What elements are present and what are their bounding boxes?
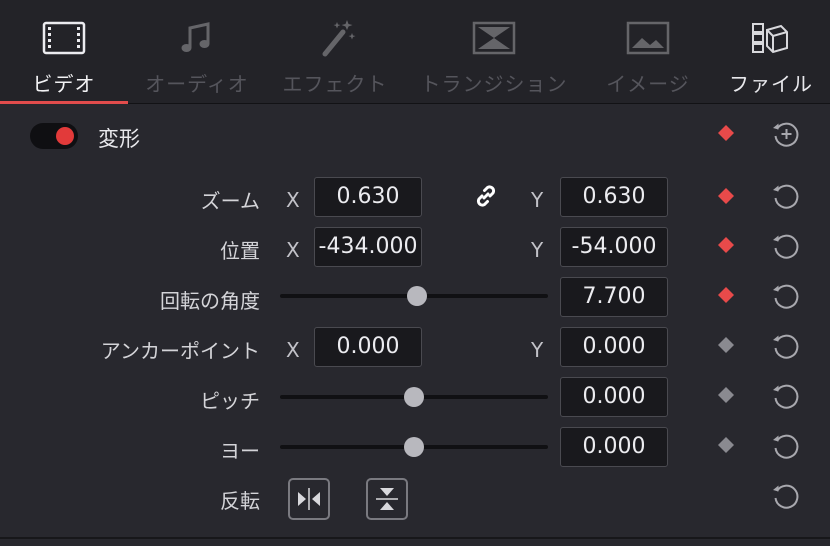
zoom-x-input[interactable]: 0.630	[314, 177, 422, 217]
rotation-slider[interactable]	[280, 286, 548, 306]
inspector-tab-bar: ビデオ オーディオ エフェクト トランジション イメージ ファイル	[0, 0, 830, 104]
rotation-input[interactable]: 7.700	[560, 277, 668, 317]
anchor-reset-icon[interactable]	[771, 331, 801, 361]
file-camera-icon	[752, 23, 788, 54]
position-label: 位置	[220, 239, 260, 263]
yaw-keyframe-diamond-icon[interactable]	[717, 436, 735, 454]
yaw-input[interactable]: 0.000	[560, 427, 668, 467]
position-reset-icon[interactable]	[771, 231, 801, 261]
flip-horizontal-button[interactable]	[288, 478, 330, 520]
position-x-input[interactable]: -434.000	[314, 227, 422, 267]
tab-audio[interactable]: オーディオ	[128, 0, 266, 104]
tab-video-label: ビデオ	[32, 72, 96, 96]
yaw-label: ヨー	[220, 439, 260, 463]
anchor-x-input[interactable]: 0.000	[314, 327, 422, 367]
pitch-input[interactable]: 0.000	[560, 377, 668, 417]
flip-label: 反転	[220, 489, 260, 513]
tab-file-label: ファイル	[729, 72, 813, 96]
anchor-y-input[interactable]: 0.000	[560, 327, 668, 367]
zoom-keyframe-diamond-icon[interactable]	[717, 187, 735, 205]
tab-file[interactable]: ファイル	[712, 0, 830, 104]
anchor-y-axis-label: Y	[531, 338, 544, 362]
flip-vertical-icon	[376, 488, 398, 510]
zoom-y-axis-label: Y	[531, 188, 544, 212]
rotation-label: 回転の角度	[160, 289, 260, 313]
link-icon[interactable]	[470, 180, 502, 212]
tab-video[interactable]: ビデオ	[0, 0, 128, 104]
rotation-reset-icon[interactable]	[771, 281, 801, 311]
section-reset-icon[interactable]	[771, 119, 801, 149]
position-keyframe-diamond-icon[interactable]	[717, 236, 735, 254]
anchor-point-label: アンカーポイント	[100, 339, 260, 363]
pitch-label: ピッチ	[200, 389, 260, 413]
section-divider	[0, 537, 830, 539]
active-tab-underline	[0, 101, 128, 104]
image-icon	[626, 21, 670, 55]
music-note-icon	[181, 22, 210, 52]
flip-vertical-button[interactable]	[366, 478, 408, 520]
tab-effects-label: エフェクト	[282, 72, 388, 96]
toggle-knob	[56, 127, 74, 145]
rotation-slider-thumb[interactable]	[406, 286, 427, 306]
position-x-axis-label: X	[286, 238, 300, 262]
tab-image-label: イメージ	[606, 72, 690, 96]
yaw-slider-thumb[interactable]	[404, 437, 424, 457]
anchor-x-axis-label: X	[286, 338, 300, 362]
zoom-reset-icon[interactable]	[771, 181, 801, 211]
section-title: 変形	[98, 127, 140, 151]
yaw-reset-icon[interactable]	[771, 431, 801, 461]
film-strip-icon	[42, 21, 86, 55]
pitch-keyframe-diamond-icon[interactable]	[717, 386, 735, 404]
zoom-y-input[interactable]: 0.630	[560, 177, 668, 217]
anchor-keyframe-diamond-icon[interactable]	[717, 336, 735, 354]
section-keyframe-diamond-icon[interactable]	[717, 124, 735, 142]
flip-reset-icon[interactable]	[771, 481, 801, 511]
rotation-keyframe-diamond-icon[interactable]	[717, 286, 735, 304]
tab-image[interactable]: イメージ	[584, 0, 712, 104]
tab-effects[interactable]: エフェクト	[266, 0, 404, 104]
pitch-slider[interactable]	[280, 387, 548, 407]
position-y-axis-label: Y	[531, 238, 544, 262]
zoom-x-axis-label: X	[286, 188, 300, 212]
tab-audio-label: オーディオ	[145, 72, 249, 96]
pitch-slider-thumb[interactable]	[404, 387, 424, 407]
transition-icon	[472, 21, 516, 55]
tab-transition-label: トランジション	[420, 72, 568, 96]
zoom-label: ズーム	[200, 189, 260, 213]
flip-horizontal-icon	[298, 488, 320, 510]
pitch-reset-icon[interactable]	[771, 381, 801, 411]
position-y-input[interactable]: -54.000	[560, 227, 668, 267]
yaw-slider[interactable]	[280, 437, 548, 457]
transform-enable-toggle[interactable]	[30, 123, 78, 149]
tab-transition[interactable]: トランジション	[404, 0, 584, 104]
magic-wand-icon	[322, 20, 356, 57]
